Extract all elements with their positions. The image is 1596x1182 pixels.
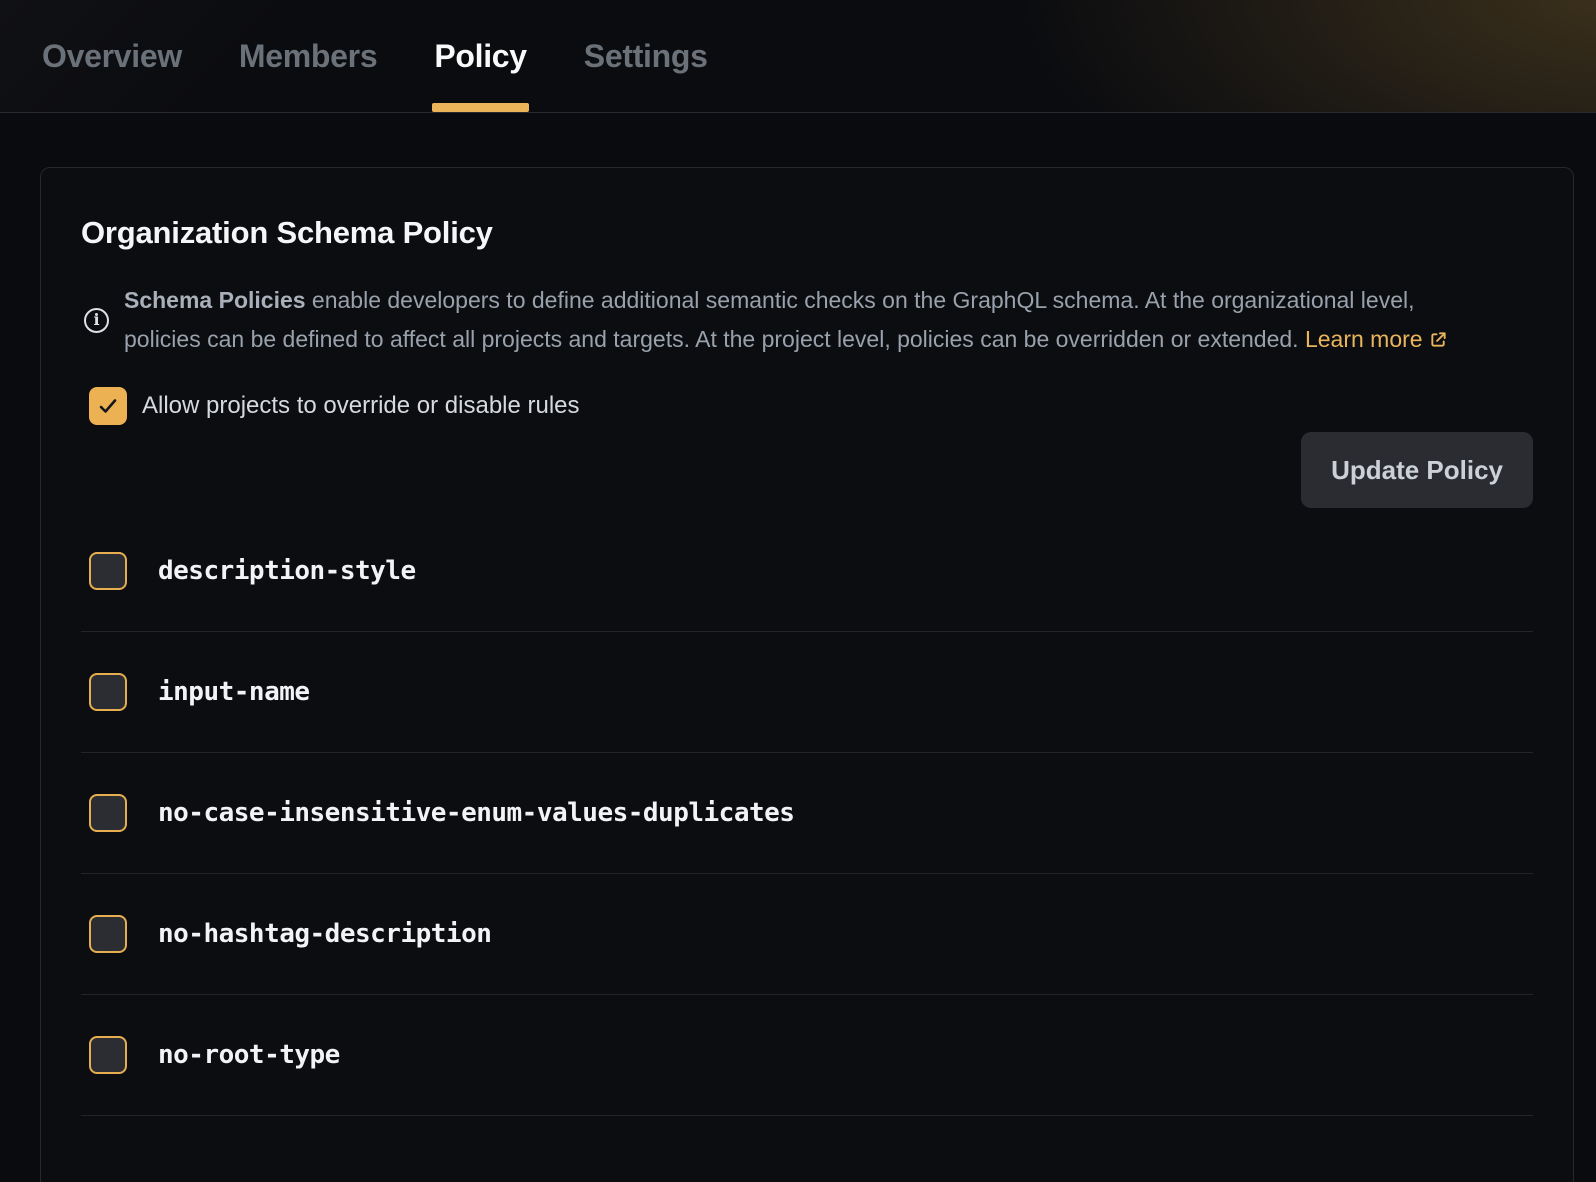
rule-name: description-style xyxy=(158,556,416,586)
rule-row-input-name[interactable]: input-name xyxy=(81,632,1533,753)
rule-name: no-case-insensitive-enum-values-duplicat… xyxy=(158,798,794,828)
allow-override-label: Allow projects to override or disable ru… xyxy=(142,392,580,420)
tab-label: Overview xyxy=(42,38,182,75)
rule-row-description-style[interactable]: description-style xyxy=(81,511,1533,632)
tab-overview[interactable]: Overview xyxy=(42,0,182,113)
rule-row-no-case-insensitive-enum-values-duplicates[interactable]: no-case-insensitive-enum-values-duplicat… xyxy=(81,753,1533,874)
rule-name: input-name xyxy=(158,677,310,707)
allow-override-row[interactable]: Allow projects to override or disable ru… xyxy=(89,387,1533,425)
rule-name: no-root-type xyxy=(158,1040,340,1070)
tab-members[interactable]: Members xyxy=(239,0,377,113)
tab-settings[interactable]: Settings xyxy=(584,0,708,113)
page-title: Organization Schema Policy xyxy=(81,215,1533,251)
button-row: Update Policy xyxy=(81,432,1533,508)
rule-checkbox[interactable] xyxy=(89,915,127,953)
tab-label: Members xyxy=(239,38,377,75)
rule-name: no-hashtag-description xyxy=(158,919,491,949)
rules-list: description-style input-name no-case-ins… xyxy=(81,511,1533,1116)
policy-card: Organization Schema Policy i Schema Poli… xyxy=(40,167,1574,1182)
allow-override-checkbox[interactable] xyxy=(89,387,127,425)
rule-checkbox[interactable] xyxy=(89,794,127,832)
info-text: Schema Policies enable developers to def… xyxy=(124,281,1464,359)
tab-label: Settings xyxy=(584,38,708,75)
rule-checkbox[interactable] xyxy=(89,1036,127,1074)
info-circle-icon: i xyxy=(84,308,109,333)
info-bold-text: Schema Policies xyxy=(124,287,306,313)
check-icon xyxy=(96,394,120,418)
rule-checkbox[interactable] xyxy=(89,552,127,590)
info-body-text: enable developers to define additional s… xyxy=(124,287,1415,352)
main-content: Organization Schema Policy i Schema Poli… xyxy=(0,113,1596,1182)
update-policy-button[interactable]: Update Policy xyxy=(1301,432,1533,508)
info-note: i Schema Policies enable developers to d… xyxy=(81,281,1533,359)
learn-more-link[interactable]: Learn more xyxy=(1305,326,1448,352)
tab-policy[interactable]: Policy xyxy=(434,0,526,113)
tab-label: Policy xyxy=(434,38,526,75)
external-link-icon xyxy=(1429,330,1448,349)
rule-checkbox[interactable] xyxy=(89,673,127,711)
rule-row-no-hashtag-description[interactable]: no-hashtag-description xyxy=(81,874,1533,995)
tab-bar: Overview Members Policy Settings xyxy=(0,0,1596,113)
rule-row-no-root-type[interactable]: no-root-type xyxy=(81,995,1533,1116)
